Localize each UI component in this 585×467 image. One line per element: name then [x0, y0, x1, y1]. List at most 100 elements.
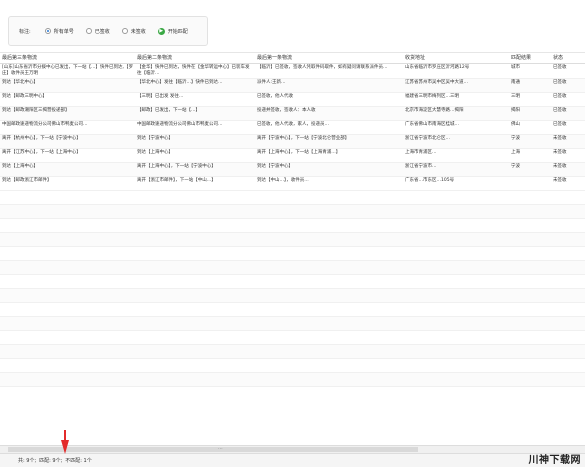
- table-cell: [403, 204, 509, 219]
- column-header[interactable]: 最后第三条物流: [0, 53, 135, 64]
- empty-table-row: [0, 330, 585, 345]
- radio-unchecked-icon[interactable]: [85, 28, 92, 34]
- table-cell: [0, 372, 135, 387]
- column-header[interactable]: 最后第二条物流: [135, 53, 255, 64]
- table-row[interactable]: 到达【邮政潮阳区三揭营投递部】 【邮政】已发出，下一站【…】 投递并签收，签收人：本…: [0, 106, 585, 121]
- table-cell: 到达【华北中心】: [0, 78, 135, 93]
- table-cell: 广东省佛山市南海区桂城…: [403, 120, 509, 135]
- table-cell: [0, 302, 135, 317]
- table-cell: 到达【宁波中心】: [255, 162, 403, 177]
- table-cell: [135, 316, 255, 331]
- table-cell: 已签收: [551, 106, 585, 121]
- table-row[interactable]: 中国邮政速递物流分公司佛山市鸭麦公司… 中国邮政速递物流分公司佛山市鸭麦公司… 已签…: [0, 120, 585, 135]
- results-grid[interactable]: 最后第三条物流 最后第二条物流 最后第一条物流 收货地址 匹配结果 状态 [山东…: [0, 53, 585, 445]
- table-cell: 宁波: [509, 162, 551, 177]
- table-cell: 上海: [509, 148, 551, 163]
- table-cell: 三明: [509, 92, 551, 107]
- status-matched: 匹配: 9个;: [39, 458, 63, 464]
- table-cell: [0, 274, 135, 289]
- table-cell: [509, 288, 551, 303]
- table-cell: [135, 274, 255, 289]
- radio-all-orders[interactable]: 所有单号: [44, 28, 74, 35]
- radio-unchecked-icon[interactable]: [121, 28, 128, 34]
- table-cell: 【金华】快件已到达，快件在【金华转运中心】已装车发往【临沂…: [135, 63, 255, 79]
- column-header[interactable]: 最后第一条物流: [255, 53, 403, 64]
- table-cell: [255, 316, 403, 331]
- table-cell: 离开【浙江市邮件】，下一站【中山…】: [135, 176, 255, 191]
- table-cell: 【临沂】已签收，签收人凭取件码取件，如有疑问请联系派件员…: [255, 63, 403, 79]
- table-cell: [509, 218, 551, 233]
- table-cell: 城市: [509, 63, 551, 79]
- table-cell: [551, 218, 585, 233]
- table-row[interactable]: 到达【上海中心】 离开【上海中心】，下一站【宁波中心】 到达【宁波中心】 浙江省宁波市…: [0, 162, 585, 177]
- table-cell: 已签收: [551, 120, 585, 135]
- table-cell: [403, 218, 509, 233]
- table-row[interactable]: 到达【邮政浙江市邮件】 离开【浙江市邮件】，下一站【中山…】 到达【中山…】，收件员…: [0, 176, 585, 191]
- start-match-button[interactable]: ▶ 开始匹配: [157, 27, 188, 35]
- table-cell: [403, 302, 509, 317]
- table-cell: 福建省三明市梅列区…三明: [403, 92, 509, 107]
- table-cell: [255, 190, 403, 205]
- radio-signed[interactable]: 已签收: [85, 28, 110, 35]
- table-cell: [0, 358, 135, 373]
- horizontal-scrollbar[interactable]: ⋯: [0, 445, 585, 453]
- table-cell: 到达【邮政浙江市邮件】: [0, 176, 135, 191]
- results-table: 最后第三条物流 最后第二条物流 最后第一条物流 收货地址 匹配结果 状态 [山东…: [0, 53, 585, 387]
- empty-table-row: [0, 274, 585, 289]
- table-row[interactable]: 到达【邮政三明中心】 【三明】已出发 发往… 已签收，他人代收 福建省三明市梅列区…三…: [0, 92, 585, 107]
- table-cell: [403, 288, 509, 303]
- table-cell: 离开【杭州中心】，下一站【宁波中心】: [0, 134, 135, 149]
- table-cell: [135, 358, 255, 373]
- table-cell: [255, 246, 403, 261]
- column-header[interactable]: 收货地址: [403, 53, 509, 64]
- table-cell: 到达【中山…】，收件员…: [255, 176, 403, 191]
- table-cell: [135, 232, 255, 247]
- table-row[interactable]: 到达【华北中心】 【华北中心】发往【临沂…】快件已到达… 派件人:王新… 江苏省苏州市…: [0, 78, 585, 93]
- grip-icon: ⋯: [218, 446, 223, 452]
- table-cell: [255, 358, 403, 373]
- table-cell: 中国邮政速递物流分公司佛山市鸭麦公司…: [135, 120, 255, 135]
- table-cell: [403, 274, 509, 289]
- table-cell: [551, 358, 585, 373]
- table-cell: 揭阳: [509, 106, 551, 121]
- table-cell: [509, 246, 551, 261]
- empty-table-row: [0, 344, 585, 359]
- table-cell: [509, 260, 551, 275]
- toolbar: 标注: 所有单号 已签收 未签收 ▶ 开始匹配: [0, 0, 585, 53]
- table-cell: 到达【上海中心】: [0, 162, 135, 177]
- table-cell: [509, 344, 551, 359]
- table-cell: [551, 372, 585, 387]
- empty-table-row: [0, 190, 585, 205]
- table-cell: [135, 218, 255, 233]
- column-header[interactable]: 状态: [551, 53, 585, 64]
- table-cell: 江苏省苏州市吴中区吴中大道…: [403, 78, 509, 93]
- radio-unsigned[interactable]: 未签收: [121, 28, 146, 35]
- table-cell: 到达【宁波中心】: [135, 134, 255, 149]
- table-cell: [135, 330, 255, 345]
- table-row[interactable]: [山东]山东省沂市分拨中心已发出，下一站【…】快件已到达,【罗庄】收件员王万明【…: [0, 63, 585, 79]
- status-bar: 共: 9个; 匹配: 9个; 不匹配: 1个: [0, 453, 585, 467]
- table-cell: [551, 274, 585, 289]
- watermark-text: 川神下载网: [528, 455, 581, 466]
- watermark-logo: 川神下载网: [529, 451, 582, 466]
- empty-table-row: [0, 288, 585, 303]
- table-cell: 未签收: [551, 176, 585, 191]
- table-row[interactable]: 离开【江苏中心】，下一站【上海中心】 到达【上海中心】 离开【上海中心】，下一站【上…: [0, 148, 585, 163]
- table-cell: [135, 260, 255, 275]
- table-cell: 北京市海淀区大慧寺路…揭阳: [403, 106, 509, 121]
- radio-checked-icon[interactable]: [44, 28, 51, 34]
- table-cell: [135, 302, 255, 317]
- table-cell: [403, 246, 509, 261]
- table-cell: 宁波: [509, 134, 551, 149]
- table-cell: 南通: [509, 78, 551, 93]
- table-cell: 未签收: [551, 148, 585, 163]
- table-cell: [509, 232, 551, 247]
- table-cell: [509, 204, 551, 219]
- table-row[interactable]: 离开【杭州中心】，下一站【宁波中心】 到达【宁波中心】 离开【宁波中心】，下一站【宁…: [0, 134, 585, 149]
- table-cell: [509, 358, 551, 373]
- table-cell: 派件人:王新…: [255, 78, 403, 93]
- table-cell: 离开【宁波中心】，下一站【宁波北仑营业部】: [255, 134, 403, 149]
- column-header[interactable]: 匹配结果: [509, 53, 551, 64]
- table-cell: [0, 246, 135, 261]
- empty-table-row: [0, 260, 585, 275]
